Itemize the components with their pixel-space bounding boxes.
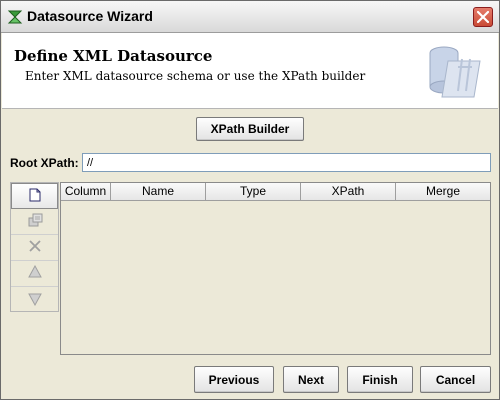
- xpath-builder-button[interactable]: XPath Builder: [196, 117, 304, 141]
- column-header-name[interactable]: Name: [111, 183, 206, 200]
- column-header-type[interactable]: Type: [206, 183, 301, 200]
- next-button[interactable]: Next: [283, 366, 339, 393]
- row-toolbar: [10, 182, 59, 312]
- window-title: Datasource Wizard: [27, 8, 153, 24]
- datasource-icon: [422, 39, 486, 103]
- page-title: Define XML Datasource: [14, 47, 213, 65]
- wizard-icon: [7, 9, 23, 25]
- datasource-columns-table[interactable]: Column Name Type XPath Merge: [60, 182, 491, 355]
- cancel-button[interactable]: Cancel: [420, 366, 491, 393]
- move-up-icon: [27, 264, 42, 282]
- root-xpath-label: Root XPath:: [10, 156, 79, 170]
- root-xpath-input[interactable]: [82, 153, 491, 172]
- column-header-merge[interactable]: Merge: [396, 183, 490, 200]
- finish-button[interactable]: Finish: [347, 366, 413, 393]
- close-icon: [477, 11, 489, 23]
- page-subtitle: Enter XML datasource schema or use the X…: [25, 69, 366, 83]
- column-header-column[interactable]: Column: [61, 183, 111, 200]
- delete-icon: [28, 239, 42, 256]
- previous-button[interactable]: Previous: [194, 366, 274, 393]
- new-icon: [29, 188, 41, 205]
- new-row-button[interactable]: [11, 183, 58, 209]
- table-header: Column Name Type XPath Merge: [61, 183, 490, 201]
- delete-row-button[interactable]: [11, 235, 58, 261]
- column-header-xpath[interactable]: XPath: [301, 183, 396, 200]
- move-down-button[interactable]: [11, 287, 58, 313]
- move-down-icon: [27, 292, 42, 309]
- copy-icon: [27, 212, 43, 231]
- title-bar[interactable]: Datasource Wizard: [1, 1, 499, 33]
- move-up-button[interactable]: [11, 261, 58, 287]
- close-button[interactable]: [473, 7, 493, 27]
- copy-row-button[interactable]: [11, 209, 58, 235]
- wizard-header: Define XML Datasource Enter XML datasour…: [2, 33, 498, 109]
- datasource-wizard-window: Datasource Wizard Define XML Datasource …: [0, 0, 500, 400]
